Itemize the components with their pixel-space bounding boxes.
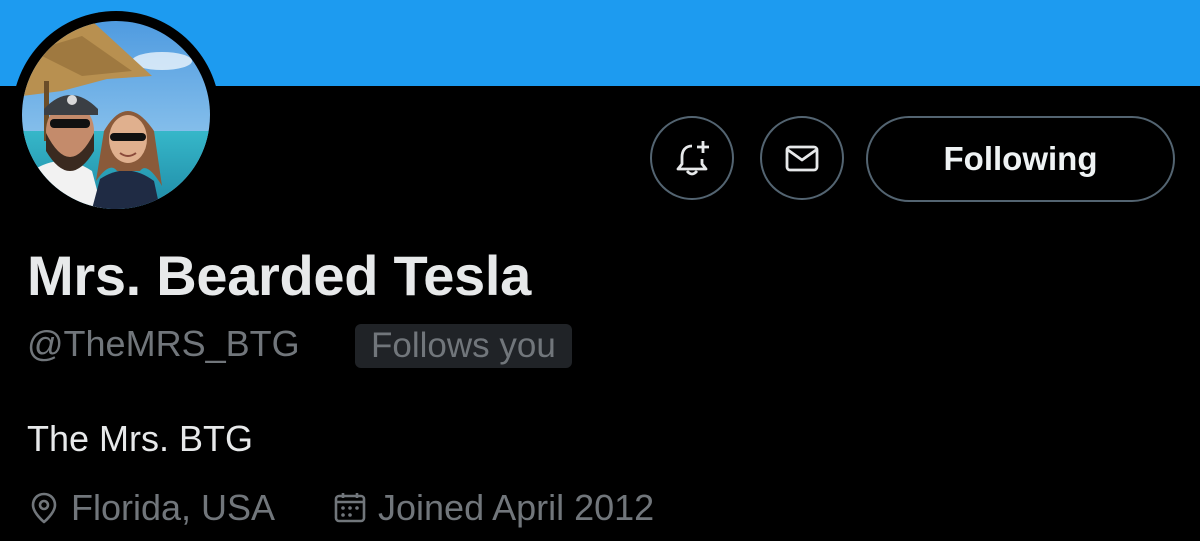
- username-handle: @TheMRS_BTG: [27, 323, 300, 364]
- joined-date-text: Joined April 2012: [378, 487, 655, 528]
- avatar[interactable]: [22, 21, 210, 209]
- calendar-icon: [334, 493, 366, 523]
- display-name: Mrs. Bearded Tesla: [27, 244, 531, 307]
- avatar-photo: [22, 21, 210, 209]
- bell-plus-icon: [676, 141, 709, 176]
- following-button[interactable]: Following: [866, 116, 1175, 202]
- notify-button[interactable]: [650, 116, 734, 200]
- location-text: Florida, USA: [71, 487, 276, 528]
- joined-info: Joined April 2012: [332, 485, 654, 531]
- follows-you-badge: Follows you: [355, 324, 572, 368]
- profile-bio: The Mrs. BTG: [27, 418, 254, 459]
- location-pin-icon: [31, 492, 57, 524]
- message-button[interactable]: [760, 116, 844, 200]
- envelope-icon: [785, 145, 819, 172]
- location-info: Florida, USA: [27, 485, 275, 531]
